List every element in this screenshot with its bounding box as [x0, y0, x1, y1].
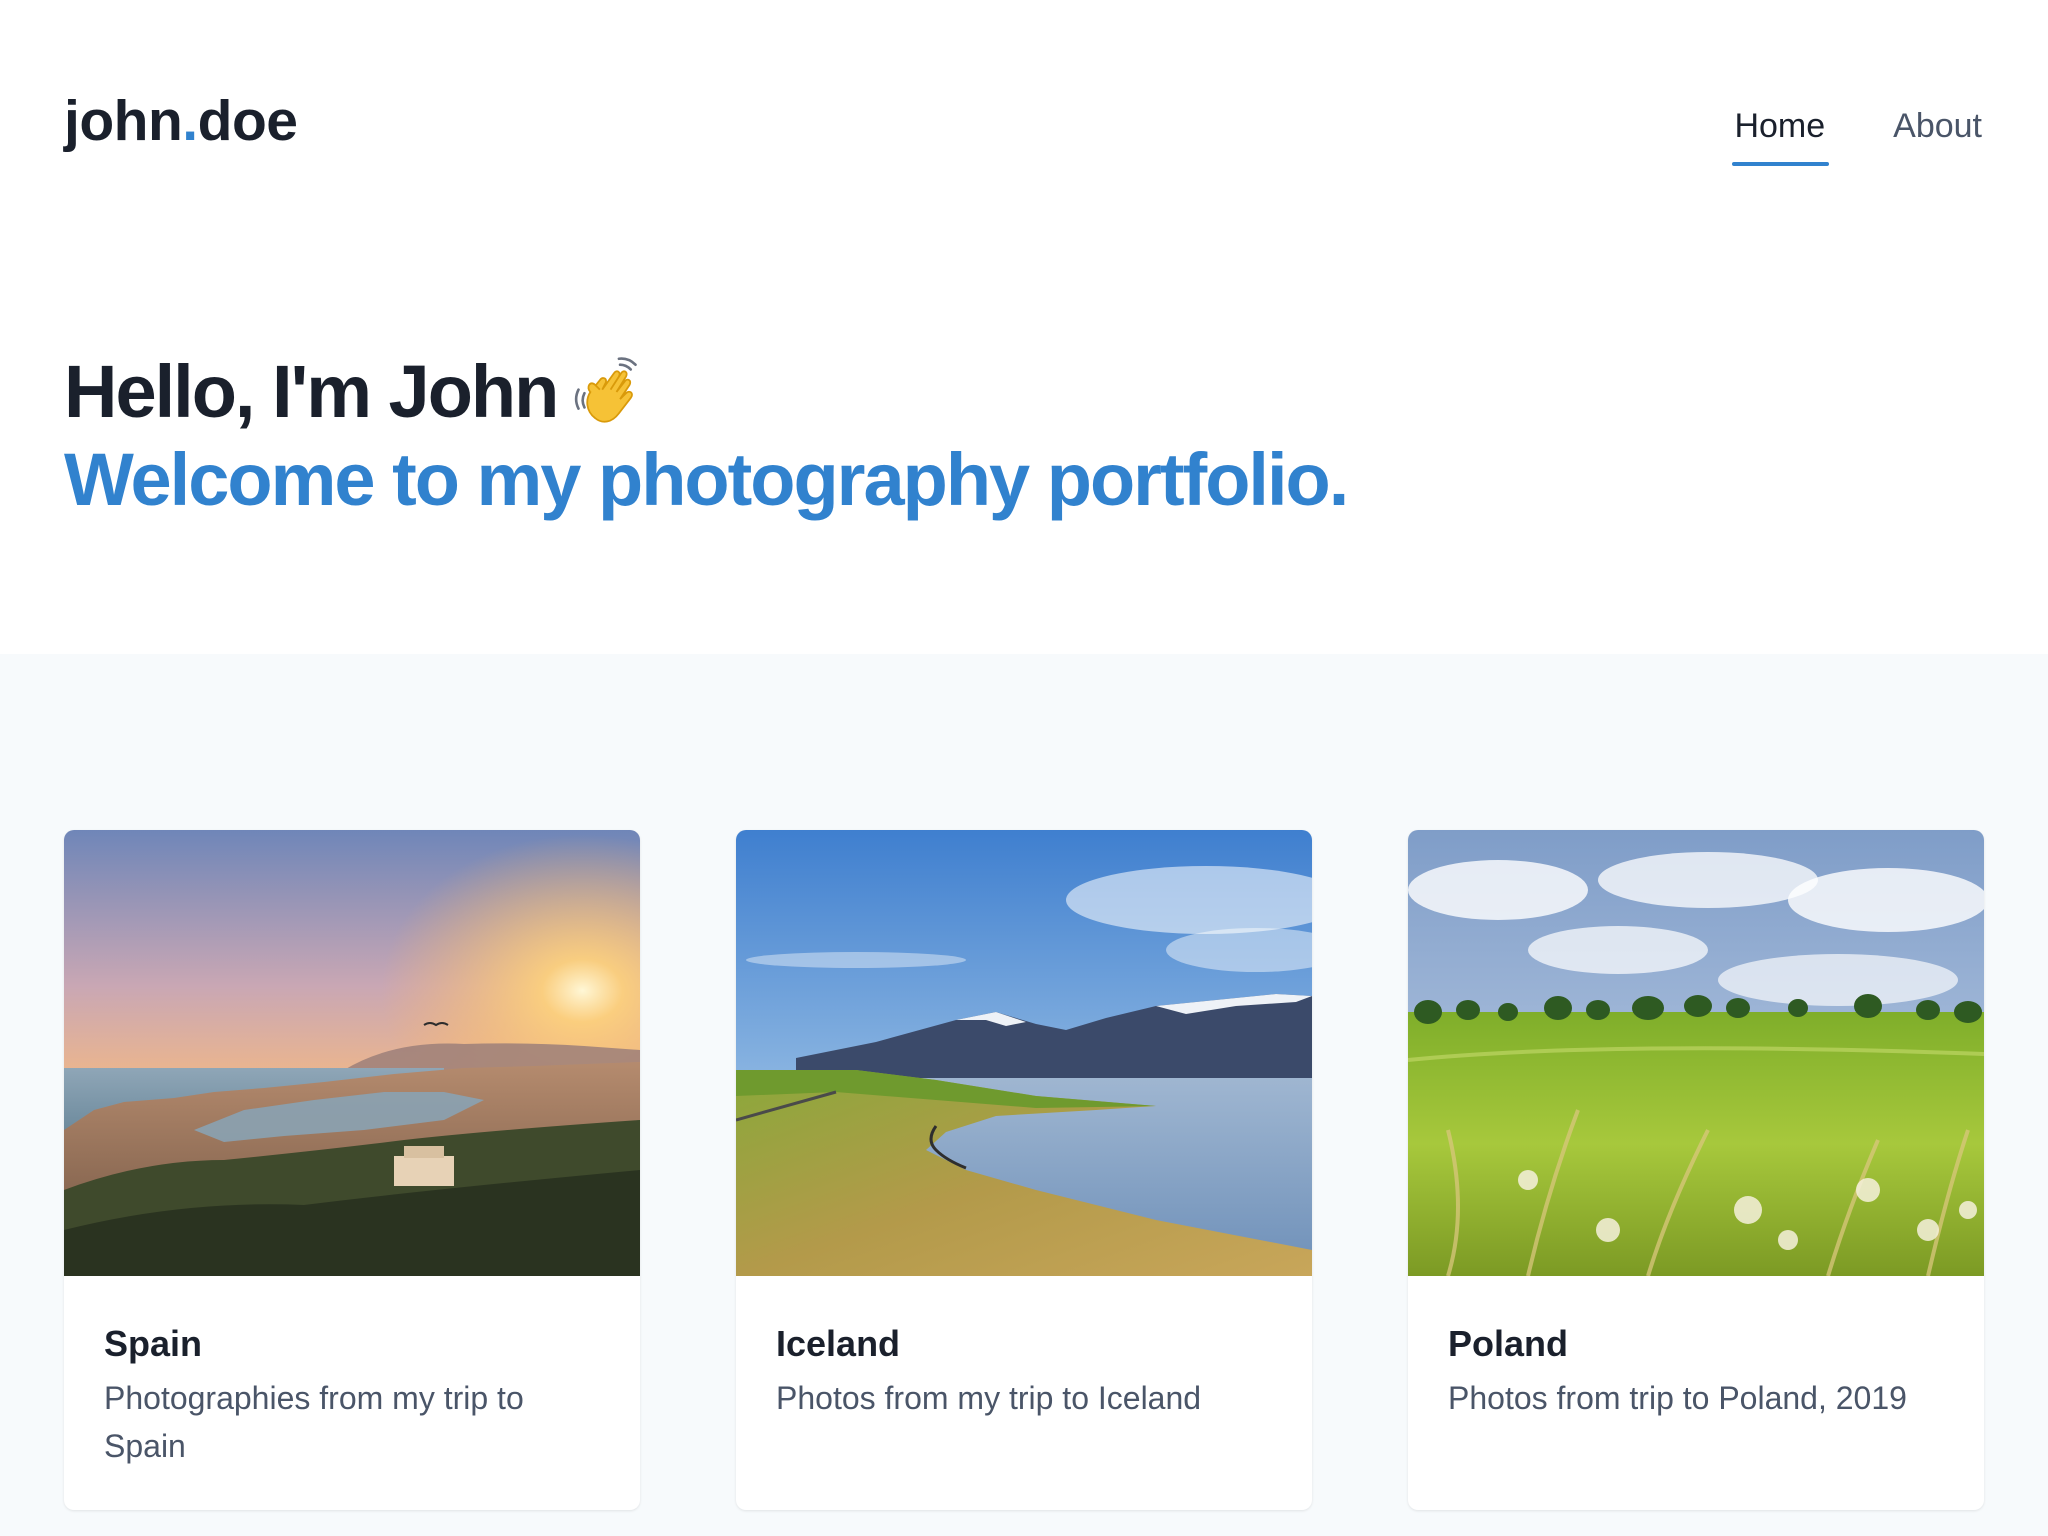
logo-first: john	[64, 89, 183, 153]
album-card-iceland[interactable]: Iceland Photos from my trip to Iceland	[736, 830, 1312, 1510]
card-description: Photos from trip to Poland, 2019	[1448, 1380, 1907, 1416]
mountain-lake-landscape-photo	[736, 830, 1312, 1276]
logo-second: doe	[197, 89, 298, 153]
card-body: Iceland Photos from my trip to Iceland	[736, 1276, 1312, 1422]
sunset-coastal-city-photo	[64, 830, 640, 1276]
hero-section: Hello, I'm John Welcome to my photograph…	[64, 348, 1349, 524]
main-nav: Home About	[1732, 104, 1982, 166]
card-grid: Spain Photographies from my trip to Spai…	[64, 830, 1984, 1510]
logo-dot: .	[182, 89, 198, 153]
card-title: Spain	[104, 1323, 203, 1364]
waving-hand-icon	[575, 357, 638, 423]
card-description: Photos from my trip to Iceland	[776, 1380, 1202, 1416]
card-description: Photographies from my trip to Spain	[104, 1380, 524, 1464]
album-card-spain[interactable]: Spain Photographies from my trip to Spai…	[64, 830, 640, 1510]
card-title: Poland	[1448, 1323, 1569, 1364]
hero-greeting-text: Hello, I'm John	[64, 350, 559, 433]
card-body: Spain Photographies from my trip to Spai…	[64, 1276, 640, 1470]
card-title: Iceland	[776, 1323, 901, 1364]
nav-link-about[interactable]: About	[1893, 104, 1982, 166]
hero-subtitle: Welcome to my photography portfolio.	[64, 438, 1349, 521]
card-body: Poland Photos from trip to Poland, 2019	[1408, 1276, 1984, 1422]
hero-greeting-heading: Hello, I'm John	[64, 348, 1347, 436]
site-logo[interactable]: john.doe	[64, 86, 298, 156]
gallery-section: Spain Photographies from my trip to Spai…	[0, 654, 2048, 1536]
site-header: john.doe Home About	[0, 0, 2048, 200]
nav-link-home[interactable]: Home	[1732, 104, 1829, 166]
album-card-poland[interactable]: Poland Photos from trip to Poland, 2019	[1408, 830, 1984, 1510]
green-meadow-landscape-photo	[1408, 830, 1984, 1276]
